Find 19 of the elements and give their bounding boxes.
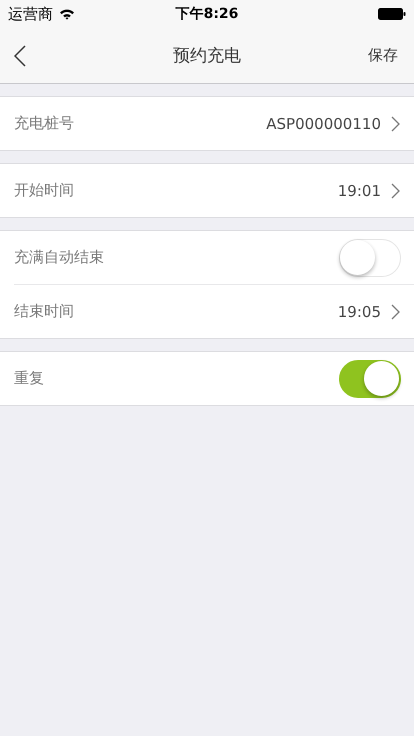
row-label: 充电桩号: [14, 114, 75, 133]
row-label: 结束时间: [14, 302, 75, 321]
row-value: 19:01: [338, 182, 381, 200]
battery-icon: [378, 8, 406, 20]
status-time: 下午8:26: [176, 5, 238, 23]
chevron-icon[interactable]: [391, 116, 400, 132]
page-title: 预约充电: [173, 45, 241, 67]
back-icon[interactable]: [14, 44, 26, 66]
chevron-icon[interactable]: [391, 304, 400, 320]
row-label: 开始时间: [14, 181, 75, 200]
wifi-icon: [59, 8, 75, 20]
chevron-icon[interactable]: [391, 182, 400, 198]
row-value: 19:05: [338, 302, 381, 320]
row-label: 充满自动结束: [14, 248, 105, 267]
carrier-name: 运营商: [8, 4, 53, 24]
toggle-switch[interactable]: [339, 360, 401, 398]
row-label: 重复: [14, 369, 45, 388]
save-button[interactable]: 保存: [366, 42, 400, 69]
row-value: ASP000000110: [266, 114, 381, 132]
